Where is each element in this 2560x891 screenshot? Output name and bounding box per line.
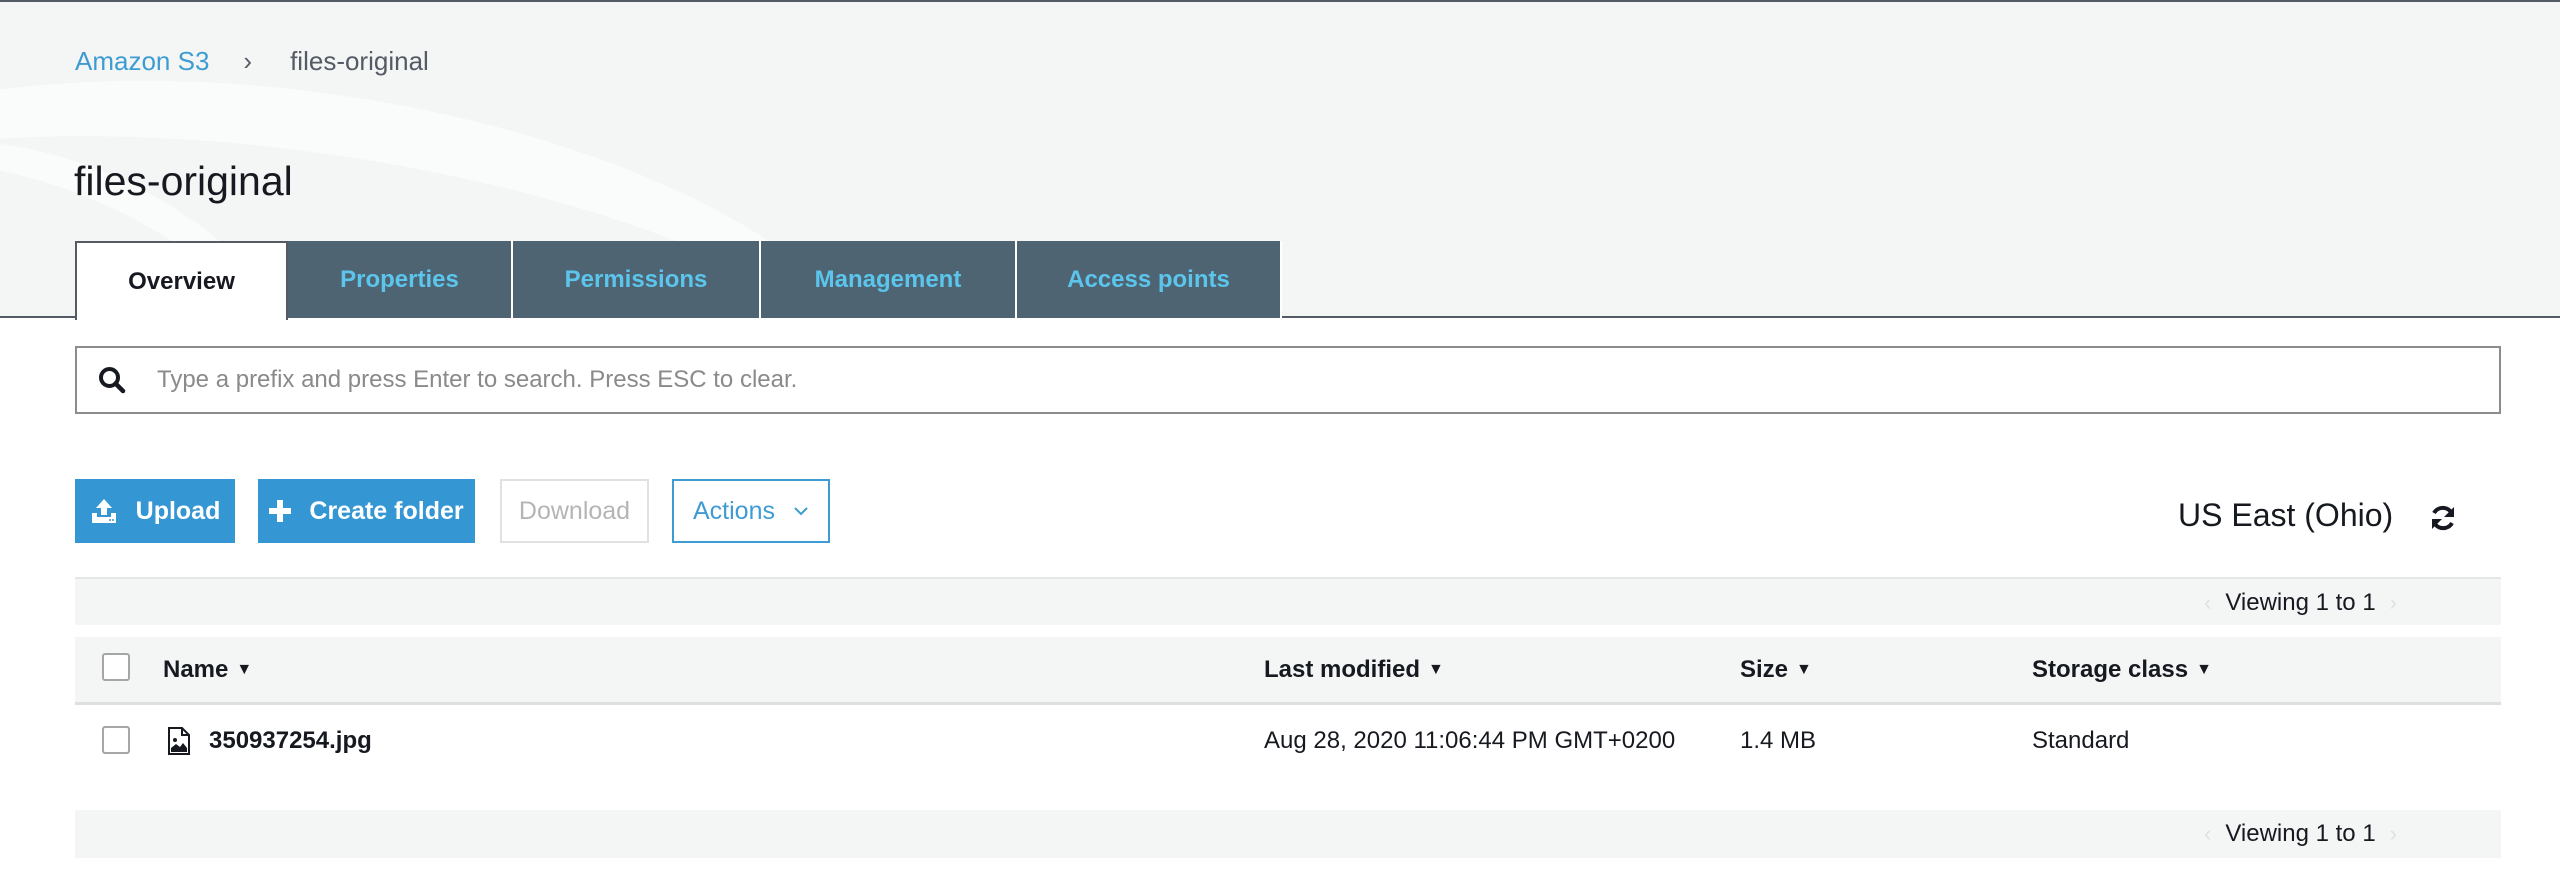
region-label: US East (Ohio): [2178, 497, 2394, 533]
create-folder-button[interactable]: Create folder: [258, 479, 475, 543]
table-header: Name ▼ Last modified ▼ Size ▼ Storage cl…: [75, 637, 2501, 705]
chevron-down-icon: [793, 506, 809, 516]
file-name-link[interactable]: 350937254.jpg: [209, 727, 372, 755]
column-header-size[interactable]: Size ▼: [1740, 637, 1812, 702]
tab-access-points[interactable]: Access points: [1017, 241, 1282, 318]
upload-icon: [90, 497, 118, 525]
next-page-icon[interactable]: ›: [2390, 821, 2397, 847]
select-all-checkbox[interactable]: [102, 653, 130, 681]
tab-bar: Overview Properties Permissions Manageme…: [75, 241, 1282, 320]
column-header-storage-class[interactable]: Storage class ▼: [2032, 637, 2212, 702]
pagination-bar-bottom: ‹ Viewing 1 to 1 ›: [75, 810, 2501, 858]
tab-overview[interactable]: Overview: [75, 241, 288, 320]
image-file-icon: [167, 727, 191, 755]
cell-name: 350937254.jpg: [167, 710, 372, 772]
column-label: Size: [1740, 655, 1789, 683]
table-row: 350937254.jpg Aug 28, 2020 11:06:44 PM G…: [75, 710, 2501, 772]
viewing-range: Viewing 1 to 1: [2225, 589, 2376, 616]
column-label: Storage class: [2032, 655, 2189, 683]
sort-caret-icon: ▼: [1428, 660, 1444, 678]
sort-caret-icon: ▼: [2196, 660, 2212, 678]
tab-management[interactable]: Management: [761, 241, 1017, 318]
actions-label: Actions: [693, 496, 775, 525]
next-page-icon[interactable]: ›: [2390, 590, 2397, 616]
prev-page-icon[interactable]: ‹: [2204, 821, 2211, 847]
column-label: Name: [163, 655, 229, 683]
cell-last-modified: Aug 28, 2020 11:06:44 PM GMT+0200: [1264, 727, 1676, 754]
pagination-bar-top: ‹ Viewing 1 to 1 ›: [75, 577, 2501, 625]
page-title: files-original: [74, 158, 293, 204]
sort-caret-icon: ▼: [1796, 660, 1812, 678]
actions-dropdown[interactable]: Actions: [672, 479, 830, 543]
breadcrumb-amazon-s3[interactable]: Amazon S3: [75, 46, 209, 77]
pagination: ‹ Viewing 1 to 1 ›: [2190, 810, 2411, 858]
column-label: Last modified: [1264, 655, 1421, 683]
refresh-icon[interactable]: [2428, 503, 2458, 533]
search-input[interactable]: [157, 350, 2499, 410]
row-checkbox[interactable]: [102, 726, 130, 754]
viewing-range: Viewing 1 to 1: [2225, 820, 2376, 847]
upload-label: Upload: [135, 496, 221, 525]
search-box: [75, 346, 2501, 414]
prev-page-icon[interactable]: ‹: [2204, 590, 2211, 616]
breadcrumb-current: files-original: [290, 46, 429, 76]
breadcrumb-separator-icon: ›: [243, 46, 253, 76]
sort-caret-icon: ▼: [236, 660, 253, 678]
plus-icon: [269, 500, 292, 522]
create-folder-label: Create folder: [309, 496, 464, 525]
pagination: ‹ Viewing 1 to 1 ›: [2190, 579, 2411, 627]
tab-permissions[interactable]: Permissions: [513, 241, 761, 318]
cell-size: 1.4 MB: [1740, 727, 1817, 754]
breadcrumb: Amazon S3 › files-original: [75, 46, 429, 77]
upload-button[interactable]: Upload: [75, 479, 235, 543]
column-header-last-modified[interactable]: Last modified ▼: [1264, 637, 1444, 702]
tab-properties[interactable]: Properties: [288, 241, 513, 318]
download-button[interactable]: Download: [500, 479, 649, 543]
cell-storage-class: Standard: [2032, 727, 2130, 754]
search-icon: [97, 365, 127, 395]
column-header-name[interactable]: Name ▼: [163, 637, 252, 702]
